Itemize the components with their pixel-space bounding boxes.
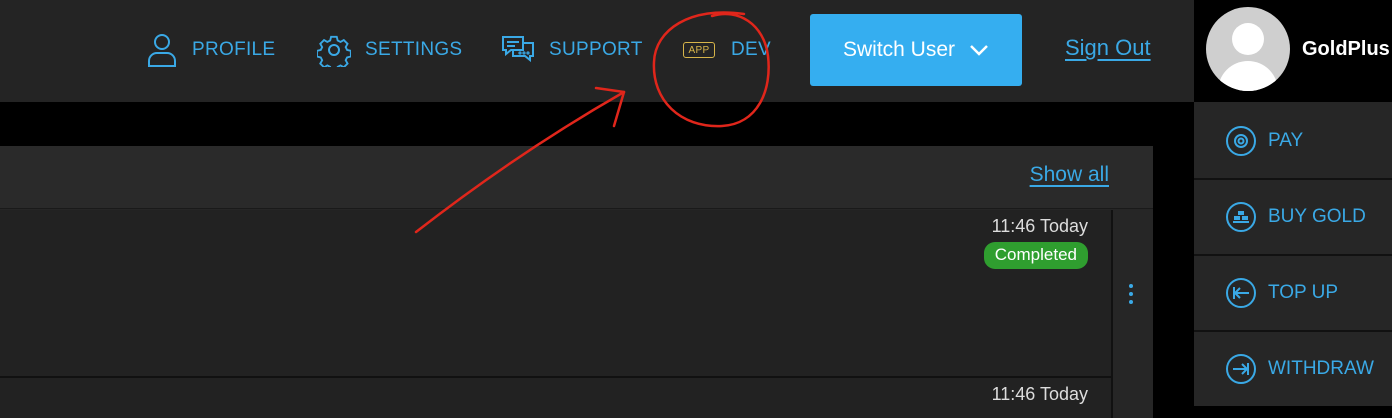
app-badge-icon: APP bbox=[683, 42, 715, 58]
sidebar-item-label: WITHDRAW bbox=[1268, 358, 1374, 379]
status-badge: Completed bbox=[983, 242, 1088, 269]
sign-out-link[interactable]: Sign Out bbox=[1065, 35, 1151, 61]
user-icon bbox=[148, 34, 176, 67]
transaction-time: 11:46 Today bbox=[991, 216, 1088, 236]
nav-support[interactable]: SUPPORT bbox=[501, 0, 643, 100]
sidebar-item-withdraw[interactable]: WITHDRAW bbox=[1194, 332, 1392, 406]
top-up-icon bbox=[1226, 278, 1256, 308]
more-options-icon[interactable] bbox=[1127, 284, 1135, 306]
pay-icon bbox=[1226, 126, 1256, 156]
sidebar-item-label: TOP UP bbox=[1268, 282, 1339, 303]
top-nav-bar: PROFILE SETTINGS SUPPORT APP DEV Switch … bbox=[0, 0, 1194, 102]
transactions-panel: Show all 11:46 Today Completed 11:46 Tod… bbox=[0, 146, 1153, 418]
nav-support-label: SUPPORT bbox=[549, 39, 643, 60]
nav-dev-label: DEV bbox=[731, 39, 771, 60]
nav-settings-label: SETTINGS bbox=[365, 39, 463, 60]
withdraw-icon bbox=[1226, 354, 1256, 384]
gold-bars-icon bbox=[1226, 202, 1256, 232]
chevron-down-icon bbox=[970, 45, 988, 56]
panel-header: Show all bbox=[0, 146, 1153, 209]
row-actions-cell bbox=[1113, 378, 1153, 418]
nav-profile-label: PROFILE bbox=[192, 39, 276, 60]
gear-icon bbox=[317, 35, 351, 67]
username: GoldPlus bbox=[1302, 38, 1390, 60]
nav-dev[interactable]: APP DEV bbox=[683, 0, 771, 100]
transaction-row[interactable]: 11:46 Today bbox=[0, 378, 1113, 418]
sidebar-item-label: PAY bbox=[1268, 130, 1304, 151]
chat-bubbles-icon bbox=[502, 36, 534, 63]
sidebar-item-label: BUY GOLD bbox=[1268, 206, 1366, 227]
transaction-time: 11:46 Today bbox=[991, 384, 1088, 404]
sidebar-item-top-up[interactable]: TOP UP bbox=[1194, 256, 1392, 332]
nav-settings[interactable]: SETTINGS bbox=[317, 0, 462, 100]
sidebar-item-pay[interactable]: PAY bbox=[1194, 104, 1392, 180]
switch-user-button[interactable]: Switch User bbox=[810, 14, 1022, 86]
avatar bbox=[1206, 7, 1290, 91]
show-all-link[interactable]: Show all bbox=[1030, 163, 1109, 187]
sidebar-item-buy-gold[interactable]: BUY GOLD bbox=[1194, 180, 1392, 256]
transaction-row[interactable]: 11:46 Today Completed bbox=[0, 210, 1113, 378]
sidebar: GoldPlus PAY BUY GOLD TOP UP WITHDRAW bbox=[1194, 0, 1392, 406]
user-profile[interactable]: GoldPlus bbox=[1194, 0, 1392, 102]
nav-profile[interactable]: PROFILE bbox=[146, 0, 275, 100]
switch-user-label: Switch User bbox=[842, 38, 956, 61]
